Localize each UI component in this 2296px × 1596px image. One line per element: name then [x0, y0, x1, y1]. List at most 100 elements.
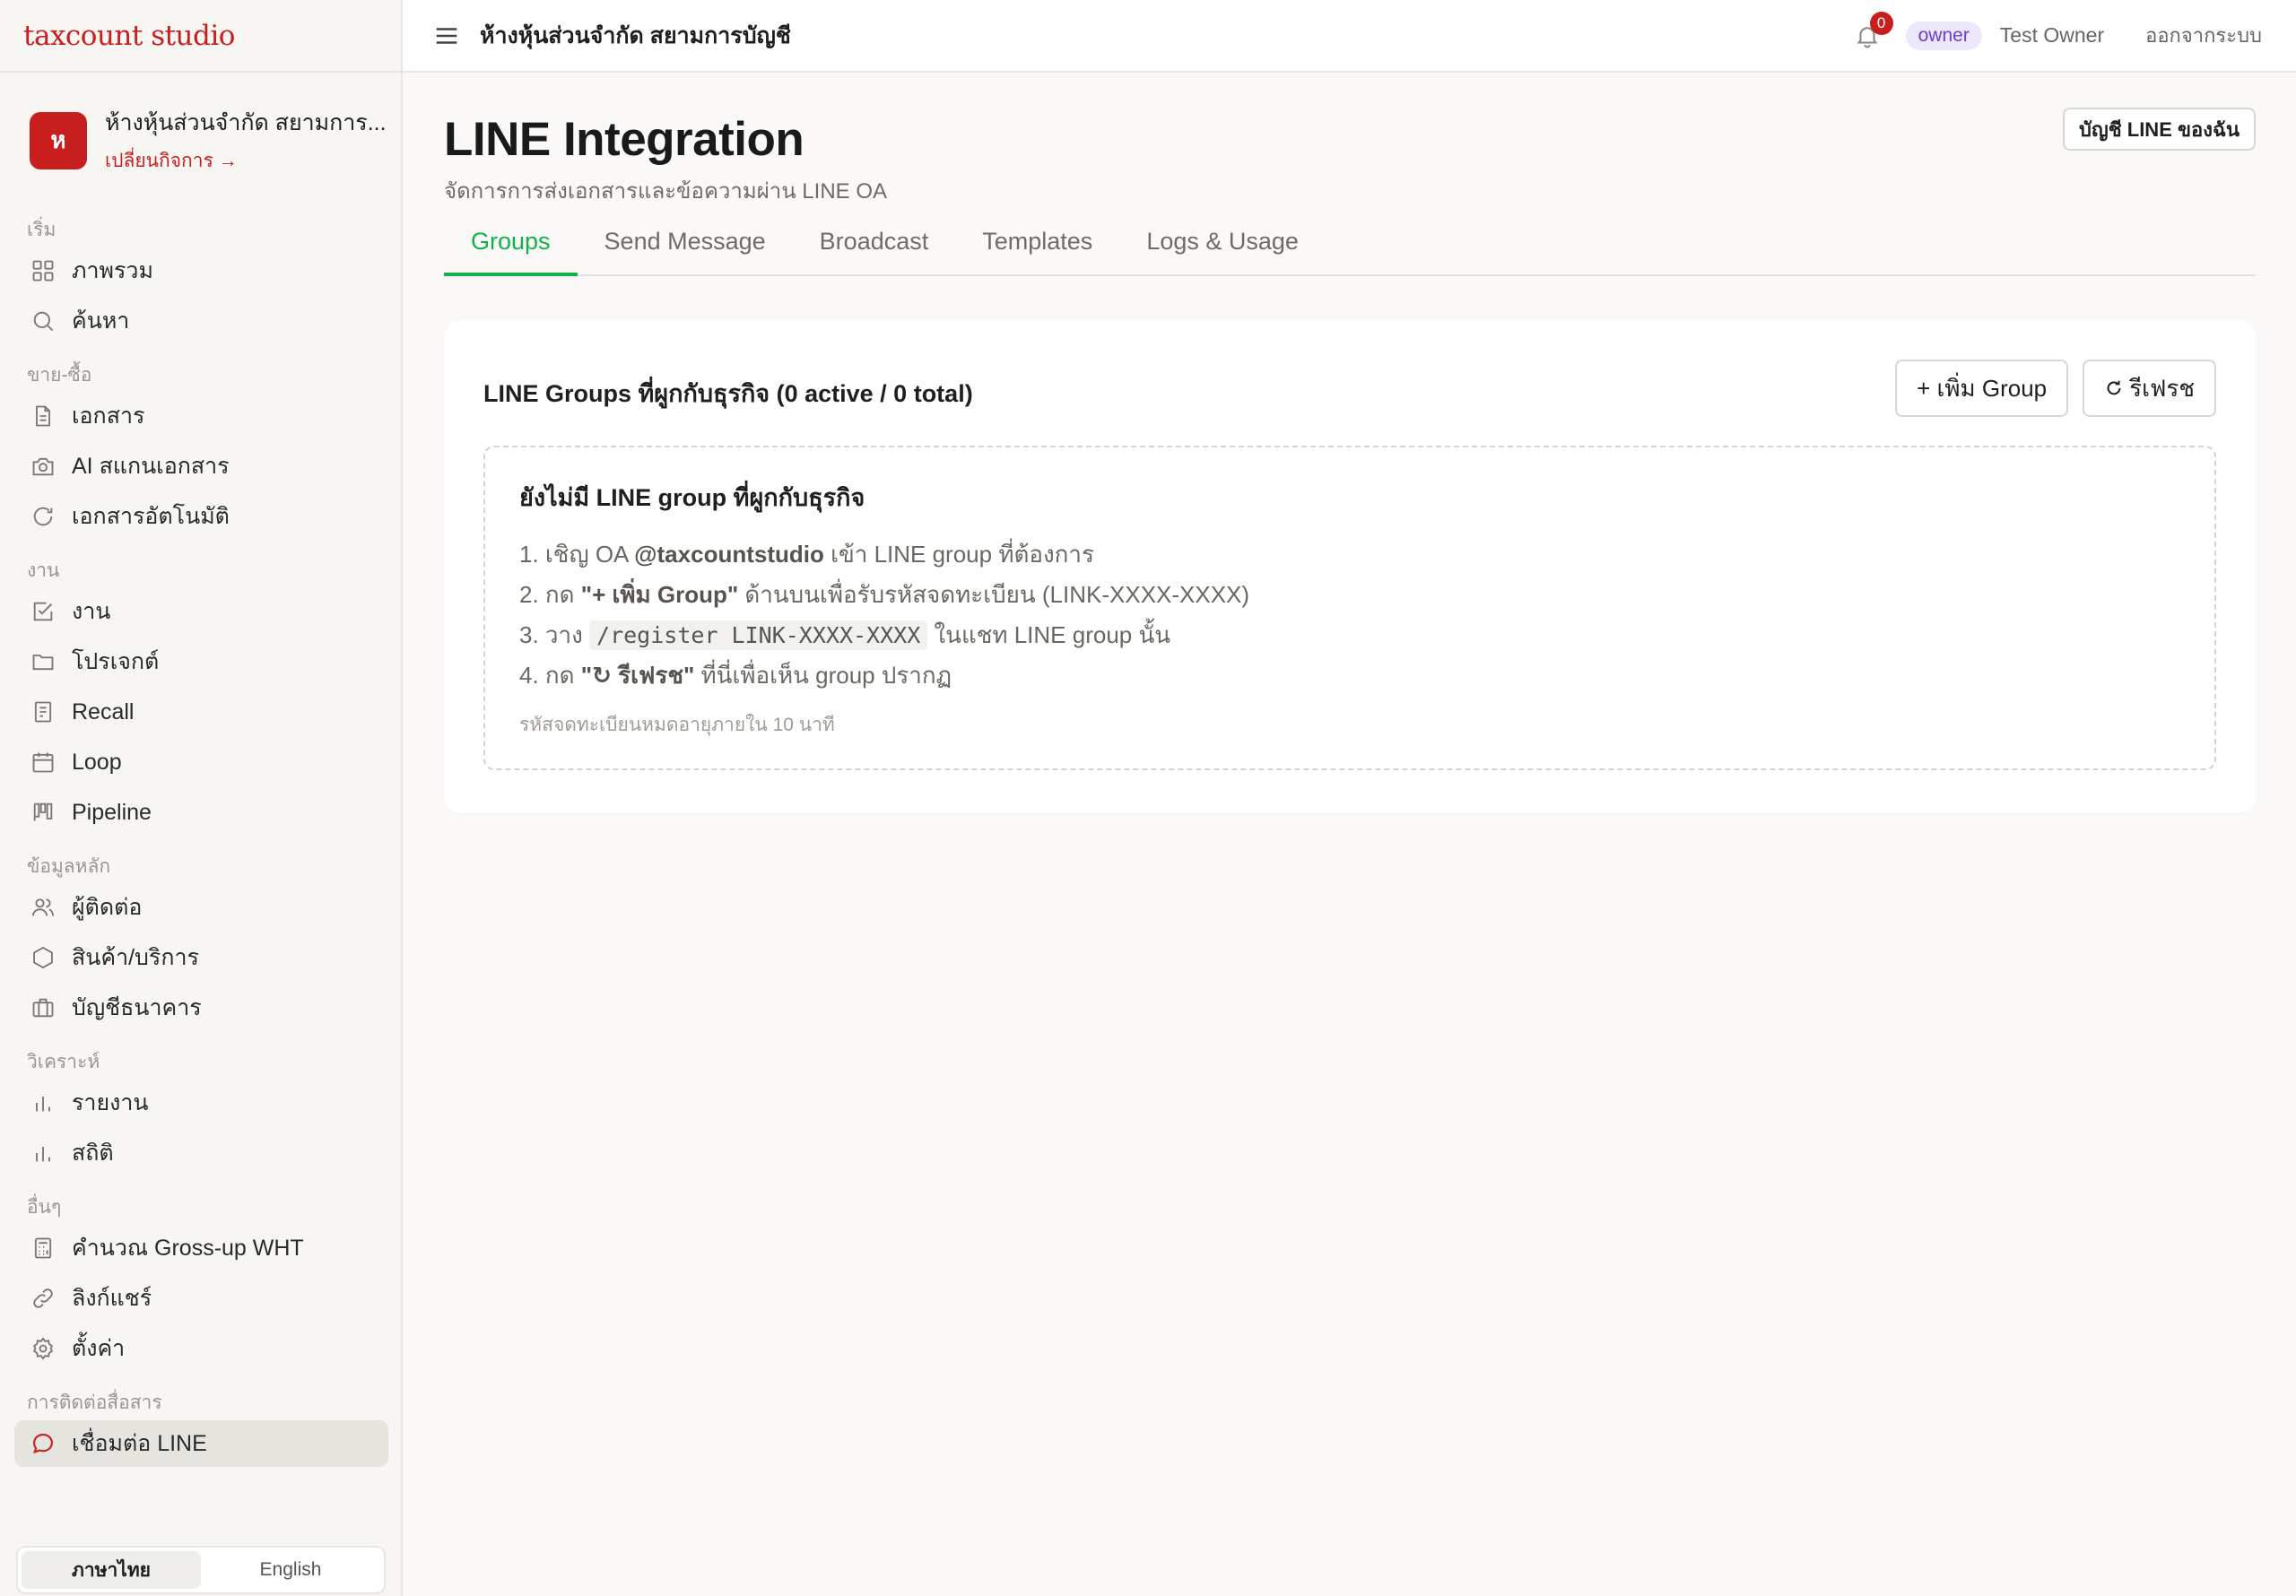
topbar-business-title: ห้างหุ้นส่วนจำกัด สยามการบัญชี [480, 22, 791, 48]
tab-bar: Groups Send Message Broadcast Templates … [444, 221, 2256, 276]
sidebar-item-label: สถิติ [72, 1141, 114, 1166]
refresh-icon [33, 507, 53, 526]
kanban-icon [33, 802, 53, 821]
sidebar-item-label: ผู้ติดต่อ [72, 895, 143, 920]
document-icon [36, 405, 50, 427]
my-line-account-button[interactable]: บัญชี LINE ของฉัน [2063, 108, 2256, 151]
setup-step-1: 1. เชิญ OA @taxcountstudio เข้า LINE gro… [519, 541, 1094, 568]
users-icon [31, 898, 55, 916]
brand-header: taxcount studio [0, 0, 401, 73]
notifications-button[interactable]: 0 [1854, 11, 1893, 49]
main-content: LINE Integration จัดการการส่งเอกสารและข้… [403, 73, 2296, 1596]
language-thai-button[interactable]: ภาษาไทย [22, 1551, 201, 1589]
setup-steps: 1. เชิญ OA @taxcountstudio เข้า LINE gro… [519, 536, 2214, 698]
refresh-label: รีเฟรช [2129, 374, 2195, 402]
sidebar-item-label: AI สแกนเอกสาร [72, 454, 230, 479]
sidebar-item-projects[interactable]: โปรเจกต์ [14, 638, 388, 685]
sidebar-item-reports[interactable]: รายงาน [14, 1080, 388, 1126]
sidebar-item-label: โปรเจกต์ [72, 649, 160, 674]
refresh-icon [2107, 380, 2121, 395]
notification-count-badge: 0 [1869, 11, 1893, 35]
sidebar-item-label: ลิงก์แชร์ [72, 1286, 152, 1311]
tab-logs-usage[interactable]: Logs & Usage [1119, 221, 1326, 276]
line-groups-card: LINE Groups ที่ผูกกับธุรกิจ (0 active / … [444, 320, 2256, 813]
sidebar-item-statistics[interactable]: สถิติ [14, 1130, 388, 1176]
sidebar-item-label: ตั้งค่า [72, 1336, 126, 1361]
business-switcher[interactable]: ห ห้างหุ้นส่วนจำกัด สยามการ... เปลี่ยนกิ… [30, 105, 387, 176]
brand-logo[interactable]: taxcount studio [23, 20, 235, 52]
check-square-icon [33, 602, 53, 621]
receipt-icon [34, 701, 52, 723]
hexagon-icon [33, 946, 53, 969]
tab-broadcast[interactable]: Broadcast [793, 221, 956, 276]
sidebar-item-share-links[interactable]: ลิงก์แชร์ [14, 1275, 388, 1322]
sidebar-item-documents[interactable]: เอกสาร [14, 393, 388, 439]
sidebar-item-pipeline[interactable]: Pipeline [14, 789, 388, 836]
sidebar-item-label: ค้นหา [72, 308, 130, 334]
register-command-code: /register LINK-XXXX-XXXX [589, 620, 928, 650]
sidebar-item-label: สินค้า/บริการ [72, 945, 199, 970]
tab-groups[interactable]: Groups [444, 221, 578, 276]
bar-chart-icon [36, 1097, 50, 1112]
refresh-button[interactable]: รีเฟรช [2083, 360, 2216, 417]
bar-chart-icon [36, 1147, 50, 1162]
section-label-work: งาน [27, 560, 60, 581]
sidebar-item-products[interactable]: สินค้า/บริการ [14, 934, 388, 981]
page-subtitle: จัดการการส่งเอกสารและข้อความผ่าน LINE OA [444, 179, 888, 204]
expiry-note: รหัสจดทะเบียนหมดอายุภายใน 10 นาที [519, 715, 835, 735]
language-english-button[interactable]: English [201, 1551, 380, 1589]
card-title: LINE Groups ที่ผูกกับธุรกิจ (0 active / … [483, 380, 973, 407]
sidebar-item-bank-accounts[interactable]: บัญชีธนาคาร [14, 984, 388, 1031]
sidebar-item-settings[interactable]: ตั้งค่า [14, 1325, 388, 1372]
sidebar-item-auto-documents[interactable]: เอกสารอัตโนมัติ [14, 493, 388, 540]
section-label-other: อื่นๆ [27, 1197, 62, 1218]
sidebar-item-label: ภาพรวม [72, 258, 153, 283]
sidebar: taxcount studio ห ห้างหุ้นส่วนจำกัด สยาม… [0, 0, 403, 1596]
sidebar-item-recall[interactable]: Recall [14, 689, 388, 735]
page-title: LINE Integration [444, 113, 804, 166]
business-avatar: ห [30, 111, 87, 169]
section-label-start: เริ่ม [27, 220, 57, 240]
sidebar-item-label: Loop [72, 749, 122, 775]
link-icon [33, 1288, 53, 1308]
sidebar-nav: เริ่ม ภาพรวม ค้นหา ขาย-ซื้อ เอกสาร AI สแ… [0, 206, 403, 1470]
setup-step-4: 4. กด "↻ รีเฟรช" ที่นี่เพื่อเห็น group ป… [519, 662, 952, 689]
sidebar-item-tasks[interactable]: งาน [14, 588, 388, 635]
sidebar-item-loop[interactable]: Loop [14, 739, 388, 785]
sidebar-item-ai-scan[interactable]: AI สแกนเอกสาร [14, 443, 388, 490]
setup-step-2: 2. กด "+ เพิ่ม Group" ด้านบนเพื่อรับรหัส… [519, 581, 1250, 608]
folder-icon [32, 655, 54, 671]
sidebar-item-search[interactable]: ค้นหา [14, 298, 388, 344]
sidebar-item-label: งาน [72, 599, 111, 624]
setup-step-3: 3. วาง /register LINK-XXXX-XXXX ในแชท LI… [519, 620, 1171, 650]
logout-link[interactable]: ออกจากระบบ [2145, 20, 2262, 51]
switch-business-link[interactable]: เปลี่ยนกิจการ → [105, 146, 387, 176]
chat-icon [33, 1434, 53, 1453]
sidebar-item-line-integration[interactable]: เชื่อมต่อ LINE [14, 1420, 388, 1467]
tab-templates[interactable]: Templates [955, 221, 1119, 276]
search-icon [33, 311, 54, 332]
user-name[interactable]: Test Owner [2000, 23, 2104, 48]
tab-send-message[interactable]: Send Message [578, 221, 793, 276]
add-group-button[interactable]: + เพิ่ม Group [1895, 360, 2069, 417]
add-group-label: + เพิ่ม Group [1917, 374, 2048, 402]
sidebar-item-label: เอกสารอัตโนมัติ [72, 504, 230, 529]
empty-state: ยังไม่มี LINE group ที่ผูกกับธุรกิจ 1. เ… [483, 446, 2216, 770]
gear-icon [32, 1337, 54, 1360]
section-label-sales: ขาย-ซื้อ [27, 365, 92, 386]
sidebar-item-label: รายงาน [72, 1090, 149, 1115]
sidebar-item-gross-up-wht[interactable]: คำนวณ Gross-up WHT [14, 1225, 388, 1271]
sidebar-item-overview[interactable]: ภาพรวม [14, 247, 388, 294]
grid-icon [32, 260, 54, 282]
sidebar-item-contacts[interactable]: ผู้ติดต่อ [14, 884, 388, 931]
sidebar-item-label: Pipeline [72, 799, 152, 825]
sidebar-item-label: Recall [72, 698, 135, 724]
sidebar-item-label: บัญชีธนาคาร [72, 995, 202, 1020]
sidebar-item-label: เอกสาร [72, 403, 145, 429]
camera-icon [32, 457, 54, 476]
section-label-communication: การติดต่อสื่อสาร [27, 1392, 162, 1413]
sidebar-item-label: เชื่อมต่อ LINE [72, 1431, 207, 1456]
hamburger-menu-icon[interactable] [433, 22, 460, 49]
sidebar-item-label: คำนวณ Gross-up WHT [72, 1236, 304, 1261]
calendar-icon [32, 752, 54, 773]
